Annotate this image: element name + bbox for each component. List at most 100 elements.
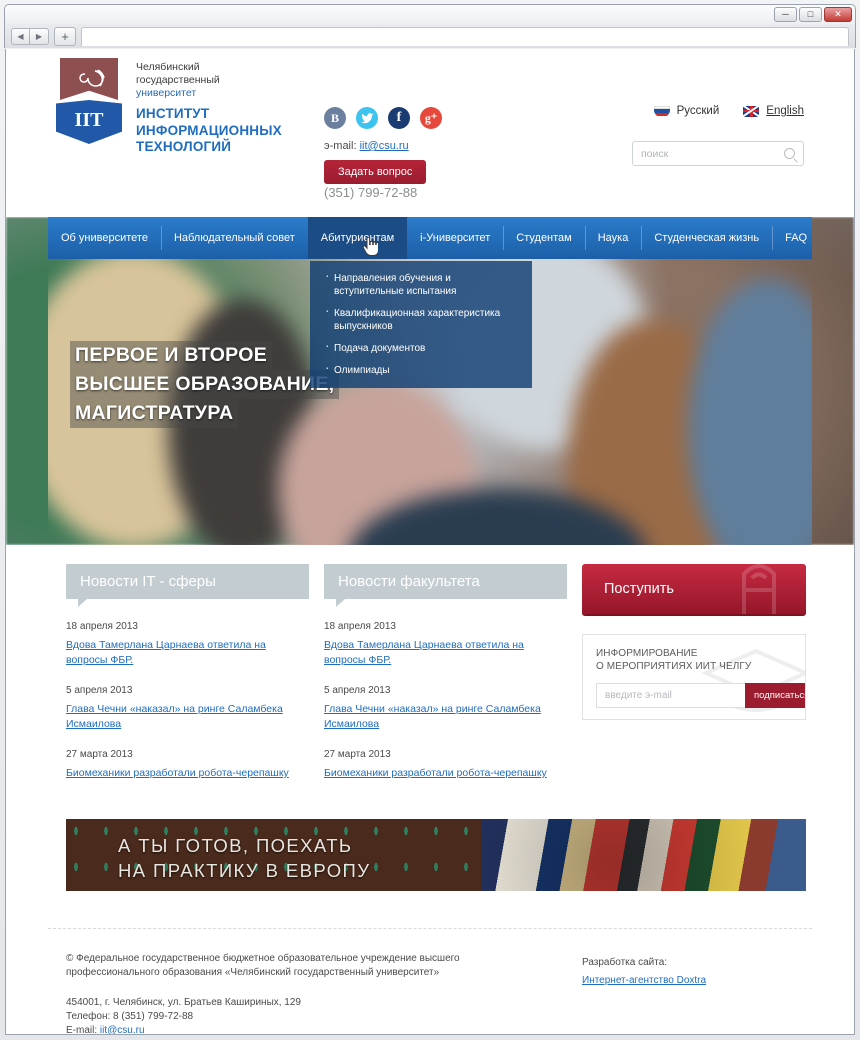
footer-dev-label: Разработка сайта: [582, 957, 668, 968]
search-icon[interactable] [784, 148, 795, 159]
promo-line-2: НА ПРАКТИКУ В ЕВРОПУ [118, 860, 371, 881]
ask-question-button[interactable]: Задать вопрос [324, 160, 427, 184]
news-link[interactable]: Глава Чечни «наказал» на ринге Саламбека… [66, 702, 309, 732]
footer-email-label: E-mail: [66, 1025, 98, 1035]
news-date: 18 апреля 2013 [324, 621, 396, 632]
subscribe-button[interactable]: подписаться [745, 683, 805, 708]
search-box[interactable] [632, 141, 804, 166]
nav-buttons: ◀ ▶ [11, 27, 49, 45]
footer-phone: Телефон: 8 (351) 799-72-88 [66, 1011, 194, 1022]
nav-item-about[interactable]: Об университете [48, 217, 161, 259]
browser-viewport: IIT Челябинский государственный универси… [5, 49, 855, 1035]
nav-item-science[interactable]: Наука [584, 217, 642, 259]
site-header: IIT Челябинский государственный универси… [6, 49, 854, 200]
lang-english[interactable]: English [743, 105, 804, 117]
twitter-bird-icon [360, 112, 374, 123]
university-name: Челябинский государственный университет [136, 58, 282, 100]
lang-english-label: English [766, 105, 804, 117]
hero-title-line-2: ВЫСШЕЕ ОБРАЗОВАНИЕ, [70, 370, 340, 399]
lang-russian[interactable]: Русский [653, 105, 720, 117]
promo-europe-map-image [481, 819, 806, 891]
nav-item-student-life[interactable]: Студенческая жизнь [641, 217, 772, 259]
news-item: 5 апреля 2013 Глава Чечни «наказал» на р… [66, 685, 309, 732]
subscribe-title-line-1: ИНФОРМИРОВАНИЕ [596, 648, 698, 659]
minimize-button[interactable]: ─ [774, 7, 797, 22]
subscribe-title-line-2: О МЕРОПРИЯТИЯХ ИИТ ЧЕЛГУ [596, 661, 752, 672]
social-links: B f g⁺ [324, 107, 442, 129]
hero-band: Об университете Наблюдательный совет Аби… [6, 217, 854, 545]
search-input[interactable] [641, 147, 784, 160]
crest-bottom-shield: IIT [56, 100, 122, 144]
new-tab-button[interactable]: + [54, 26, 76, 46]
footer-left: © Федеральное государственное бюджетное … [66, 952, 546, 1035]
main-navigation: Об университете Наблюдательный совет Аби… [48, 217, 812, 259]
hero-title-line-1: ПЕРВОЕ И ВТОРОЕ [70, 341, 273, 370]
footer-divider [48, 928, 812, 929]
hero-title-line-3: МАГИСТРАТУРА [70, 399, 239, 428]
vk-icon[interactable]: B [324, 107, 346, 129]
news-link[interactable]: Вдова Тамерлана Царнаева ответила на воп… [324, 638, 567, 668]
europe-internship-banner[interactable]: А ТЫ ГОТОВ, ПОЕХАТЬ НА ПРАКТИКУ В ЕВРОПУ [66, 819, 806, 891]
news-link[interactable]: Вдова Тамерлана Царнаева ответила на воп… [66, 638, 309, 668]
footer-copyright-line-2: профессионального образования «Челябинск… [66, 967, 440, 978]
header-email-row: э-mail: iit@csu.ru [324, 140, 409, 152]
news-it-title: Новости IT - сферы [66, 564, 309, 607]
institute-line-1: ИНСТИТУТ [136, 106, 210, 121]
nav-item-faq[interactable]: FAQ [772, 217, 820, 259]
dropdown-item-directions[interactable]: Направления обучения и вступительные исп… [324, 269, 518, 298]
subscribe-form: подписаться [596, 683, 805, 708]
subscribe-title: ИНФОРМИРОВАНИЕ О МЕРОПРИЯТИЯХ ИИТ ЧЕЛГУ [596, 647, 792, 673]
nav-item-supervisory-board[interactable]: Наблюдательный совет [160, 217, 308, 259]
nav-item-students[interactable]: Студентам [503, 217, 584, 259]
footer-copyright-line-1: © Федеральное государственное бюджетное … [66, 953, 460, 964]
email-label: э-mail: [324, 140, 357, 152]
backpack-watermark-icon [742, 564, 776, 614]
news-date: 5 апреля 2013 [324, 685, 391, 696]
lang-russian-label: Русский [676, 105, 720, 117]
back-icon[interactable]: ◀ [11, 27, 30, 45]
footer-email-link[interactable]: iit@csu.ru [100, 1025, 145, 1034]
maximize-button[interactable]: □ [799, 7, 822, 22]
uk-flag-icon [743, 105, 760, 117]
hero-slider: ПЕРВОЕ И ВТОРОЕ ВЫСШЕЕ ОБРАЗОВАНИЕ, МАГИ… [48, 259, 812, 545]
russia-flag-icon [653, 105, 670, 117]
forward-icon[interactable]: ▶ [30, 27, 49, 45]
browser-tab[interactable] [81, 26, 849, 46]
news-date: 5 апреля 2013 [66, 685, 133, 696]
news-link[interactable]: Биомеханики разработали робота-черепашку [66, 766, 309, 781]
twitter-icon[interactable] [356, 107, 378, 129]
news-date: 18 апреля 2013 [66, 621, 138, 632]
dropdown-item-documents[interactable]: Подача документов [324, 339, 518, 355]
browser-titlebar: ─ □ ✕ [4, 4, 856, 24]
footer-dev-link[interactable]: Интернет-агентство Doxtra [582, 975, 706, 986]
googleplus-icon[interactable]: g⁺ [420, 107, 442, 129]
nav-item-applicants[interactable]: Абитуриентам [307, 217, 408, 259]
promo-text: А ТЫ ГОТОВ, ПОЕХАТЬ НА ПРАКТИКУ В ЕВРОПУ [118, 833, 370, 883]
dropdown-item-qualification[interactable]: Квалификационная характеристика выпускни… [324, 304, 518, 333]
facebook-icon[interactable]: f [388, 107, 410, 129]
news-link[interactable]: Биомеханики разработали робота-черепашку [324, 766, 567, 781]
apply-button[interactable]: Поступить [582, 564, 806, 616]
news-link[interactable]: Глава Чечни «наказал» на ринге Саламбека… [324, 702, 567, 732]
news-faculty-title: Новости факультета [324, 564, 567, 607]
news-item: 27 марта 2013 Биомеханики разработали ро… [324, 749, 567, 781]
subscribe-email-input[interactable] [596, 683, 745, 708]
apply-button-label: Поступить [604, 581, 674, 597]
news-item: 27 марта 2013 Биомеханики разработали ро… [66, 749, 309, 781]
nav-item-i-university[interactable]: i-Университет [407, 217, 503, 259]
logo-text-block: Челябинский государственный университет … [136, 58, 282, 156]
close-button[interactable]: ✕ [824, 7, 852, 22]
page-root: IIT Челябинский государственный универси… [6, 49, 854, 1034]
news-item: 5 апреля 2013 Глава Чечни «наказал» на р… [324, 685, 567, 732]
news-item: 18 апреля 2013 Вдова Тамерлана Царнаева … [66, 621, 309, 668]
subscribe-block: ИНФОРМИРОВАНИЕ О МЕРОПРИЯТИЯХ ИИТ ЧЕЛГУ … [582, 634, 806, 720]
browser-window: ─ □ ✕ ◀ ▶ + IIT Челябинский государствен… [0, 0, 860, 1040]
news-date: 27 марта 2013 [66, 749, 133, 760]
institute-line-3: ТЕХНОЛОГИЙ [136, 139, 232, 154]
email-link[interactable]: iit@csu.ru [360, 140, 409, 152]
promo-line-1: А ТЫ ГОТОВ, ПОЕХАТЬ [118, 835, 353, 856]
news-date: 27 марта 2013 [324, 749, 391, 760]
site-logo[interactable]: IIT Челябинский государственный универси… [56, 58, 282, 156]
dropdown-item-olympiads[interactable]: Олимпиады [324, 361, 518, 377]
university-line-3: университет [136, 87, 197, 99]
